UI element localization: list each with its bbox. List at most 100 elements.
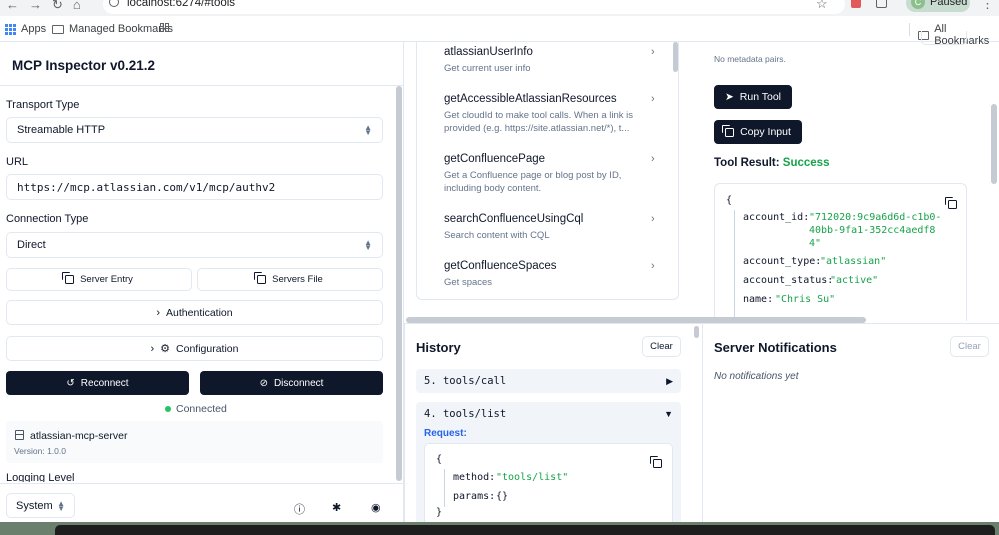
notifications-clear-button[interactable]: Clear <box>950 336 989 357</box>
url-text: localhost:6274/#tools <box>127 0 236 9</box>
metadata-empty-text: No metadata pairs. <box>714 54 786 64</box>
reconnect-button[interactable]: ↺ Reconnect <box>6 371 189 395</box>
copy-icon[interactable] <box>945 197 957 209</box>
profile-status: Paused <box>930 0 968 8</box>
chevron-right-icon: › <box>651 260 655 272</box>
tool-item-search-confluence-cql[interactable]: searchConfluenceUsingCql Search content … <box>444 213 659 242</box>
select-chevrons-icon: ▲ ▼ <box>57 498 65 513</box>
collapse-arrow-icon: ▼ <box>664 409 673 419</box>
chevron-right-icon: › <box>150 342 155 355</box>
theme-select[interactable]: System ▲ ▼ <box>6 493 75 518</box>
copy-icon[interactable] <box>650 456 662 468</box>
tool-result-heading: Tool Result: Success <box>714 157 830 169</box>
forward-icon[interactable]: → <box>29 0 42 13</box>
connection-status: Connected <box>165 403 227 415</box>
extension-icon[interactable] <box>851 0 861 8</box>
server-info-card: atlassian-mcp-server Version: 1.0.0 <box>6 421 383 463</box>
server-entry-button[interactable]: Server Entry <box>6 268 192 291</box>
sidebar-scrollbar[interactable] <box>396 86 402 481</box>
history-item-tools-call[interactable]: 5. tools/call ▶ <box>416 369 681 393</box>
help-icon[interactable]: ⓘ <box>294 501 305 517</box>
history-clear-button[interactable]: Clear <box>642 336 681 357</box>
refresh-icon: ↺ <box>66 377 75 389</box>
history-title: History <box>416 340 461 355</box>
transport-type-label: Transport Type <box>6 99 80 111</box>
panel-divider <box>404 323 405 523</box>
disconnect-button[interactable]: ⊘ Disconnect <box>200 371 383 395</box>
configuration-toggle[interactable]: › ⚙ Configuration <box>6 336 383 361</box>
history-scrollbar[interactable] <box>694 326 699 338</box>
bookmark-star-icon[interactable]: ☆ <box>816 0 828 12</box>
add-metadata-button[interactable] <box>921 31 967 45</box>
tool-list: atlassianUserInfo Get current user info … <box>416 42 679 300</box>
result-panel-scrollbar[interactable] <box>991 104 997 184</box>
desktop-background <box>0 522 999 535</box>
extensions-puzzle-icon[interactable] <box>876 0 887 8</box>
reload-icon[interactable]: ↻ <box>52 0 63 13</box>
profile-button[interactable]: C Paused <box>906 0 970 12</box>
bookmark-tab-groups[interactable] <box>160 23 169 32</box>
unplug-icon: ⊘ <box>259 377 268 389</box>
servers-file-button[interactable]: Servers File <box>197 268 383 291</box>
server-version: Version: 1.0.0 <box>14 446 66 456</box>
authentication-toggle[interactable]: › Authentication <box>6 300 383 325</box>
send-icon: ➤ <box>724 91 734 103</box>
github-icon[interactable]: ◉ <box>371 501 381 514</box>
bookmarks-separator <box>909 23 910 36</box>
select-chevrons-icon: ▲ ▼ <box>364 238 372 252</box>
apps-grid-icon <box>5 23 16 35</box>
copy-icon <box>722 124 735 137</box>
bookmark-managed[interactable]: Managed Bookmarks <box>52 23 173 35</box>
divider <box>0 85 404 86</box>
request-json: { method: "tools/list" params: {} } <box>424 443 673 523</box>
gear-icon: ⚙ <box>160 343 171 355</box>
chevron-right-icon: › <box>651 153 655 165</box>
tool-list-scrollbar[interactable] <box>673 42 678 72</box>
connection-type-select[interactable]: Direct ▲ ▼ <box>6 232 383 258</box>
site-info-icon[interactable] <box>109 0 119 7</box>
browser-nav: ← → ↻ ⌂ <box>6 0 81 13</box>
json-indent-guide <box>734 210 735 321</box>
divider <box>0 483 404 484</box>
browser-menu-icon[interactable]: ⋮ <box>981 0 994 12</box>
chevron-right-icon: › <box>156 306 161 319</box>
status-dot-icon <box>165 406 171 412</box>
copy-input-button[interactable]: Copy Input <box>714 120 802 144</box>
app-title: MCP Inspector v0.21.2 <box>12 58 156 73</box>
tab-groups-icon <box>160 23 169 32</box>
tool-item-get-confluence-page[interactable]: getConfluencePage Get a Confluence page … <box>444 153 659 195</box>
server-icon <box>15 430 24 440</box>
chevron-right-icon: › <box>651 213 655 225</box>
background-window <box>55 525 995 535</box>
server-name: atlassian-mcp-server <box>30 430 128 442</box>
tool-item-atlassian-user-info[interactable]: atlassianUserInfo Get current user info … <box>444 46 659 75</box>
chevron-right-icon: › <box>651 46 655 58</box>
request-label: Request: <box>424 428 467 439</box>
notifications-empty-text: No notifications yet <box>714 371 799 382</box>
copy-icon <box>254 272 267 284</box>
result-status: Success <box>782 157 830 169</box>
notifications-title: Server Notifications <box>714 340 837 355</box>
avatar: C <box>911 0 925 9</box>
connection-type-label: Connection Type <box>6 213 89 225</box>
back-icon[interactable]: ← <box>6 0 19 13</box>
home-icon[interactable]: ⌂ <box>73 0 81 13</box>
url-field[interactable]: localhost:6274/#tools <box>103 0 845 14</box>
json-indent-guide <box>444 469 445 507</box>
browser-address-bar: ← → ↻ ⌂ localhost:6274/#tools ☆ C Paused… <box>0 0 999 16</box>
bookmark-apps[interactable]: Apps <box>5 23 46 35</box>
tool-item-get-confluence-spaces[interactable]: getConfluenceSpaces Get spaces › <box>444 260 659 289</box>
logging-level-label: Logging Level <box>6 472 75 482</box>
url-label: URL <box>6 156 29 168</box>
bug-icon[interactable]: ✱ <box>332 501 341 514</box>
expand-arrow-icon: ▶ <box>666 376 673 386</box>
copy-icon <box>62 272 75 284</box>
select-chevrons-icon: ▲ ▼ <box>364 123 372 137</box>
tool-result-json: { account_id: "712020:9c9a6d6d-c1b0- 40b… <box>714 183 967 321</box>
run-tool-button[interactable]: ➤ Run Tool <box>714 85 792 109</box>
url-input[interactable]: https://mcp.atlassian.com/v1/mcp/authv2 <box>6 174 383 200</box>
transport-type-select[interactable]: Streamable HTTP ▲ ▼ <box>6 117 383 143</box>
tool-item-get-accessible-resources[interactable]: getAccessibleAtlassianResources Get clou… <box>444 93 659 135</box>
sidebar: MCP Inspector v0.21.2 Transport Type Str… <box>0 42 404 522</box>
chevron-right-icon: › <box>651 93 655 105</box>
